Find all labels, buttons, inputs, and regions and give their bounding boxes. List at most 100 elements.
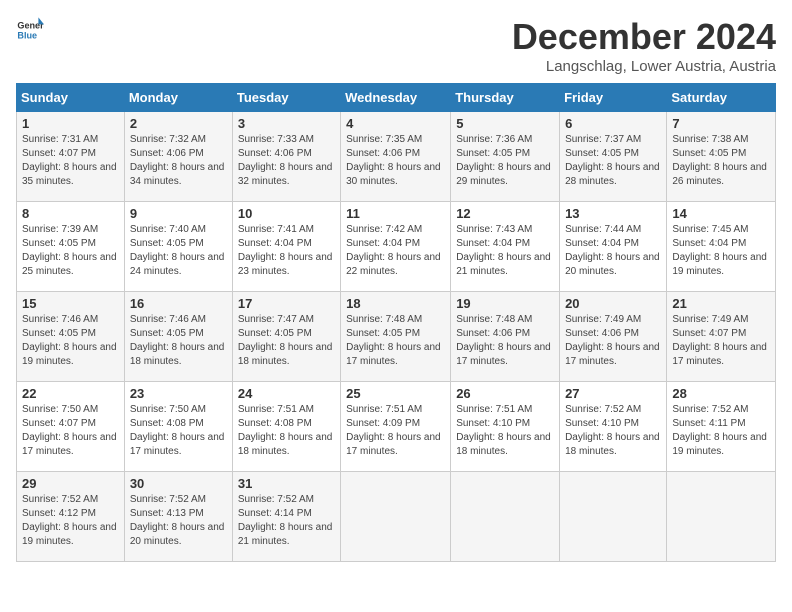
day-info: Sunrise: 7:52 AMSunset: 4:10 PMDaylight:… bbox=[565, 403, 661, 459]
day-number: 25 bbox=[346, 386, 445, 401]
table-cell: 1 Sunrise: 7:31 AMSunset: 4:07 PMDaylight… bbox=[17, 112, 125, 202]
day-number: 3 bbox=[238, 116, 335, 131]
day-number: 12 bbox=[456, 206, 554, 221]
day-number: 8 bbox=[22, 206, 119, 221]
day-info: Sunrise: 7:45 AMSunset: 4:04 PMDaylight:… bbox=[672, 223, 770, 279]
day-number: 14 bbox=[672, 206, 770, 221]
day-number: 15 bbox=[22, 296, 119, 311]
day-number: 11 bbox=[346, 206, 445, 221]
day-number: 1 bbox=[22, 116, 119, 131]
day-info: Sunrise: 7:46 AMSunset: 4:05 PMDaylight:… bbox=[22, 313, 119, 369]
day-info: Sunrise: 7:52 AMSunset: 4:11 PMDaylight:… bbox=[672, 403, 770, 459]
table-cell: 23 Sunrise: 7:50 AMSunset: 4:08 PMDayligh… bbox=[124, 382, 232, 472]
day-info: Sunrise: 7:52 AMSunset: 4:14 PMDaylight:… bbox=[238, 493, 335, 549]
table-cell bbox=[560, 472, 667, 562]
day-info: Sunrise: 7:52 AMSunset: 4:12 PMDaylight:… bbox=[22, 493, 119, 549]
table-row: 22 Sunrise: 7:50 AMSunset: 4:07 PMDayligh… bbox=[17, 382, 776, 472]
day-info: Sunrise: 7:44 AMSunset: 4:04 PMDaylight:… bbox=[565, 223, 661, 279]
day-info: Sunrise: 7:39 AMSunset: 4:05 PMDaylight:… bbox=[22, 223, 119, 279]
table-cell: 11 Sunrise: 7:42 AMSunset: 4:04 PMDayligh… bbox=[341, 202, 451, 292]
table-cell: 12 Sunrise: 7:43 AMSunset: 4:04 PMDayligh… bbox=[451, 202, 560, 292]
table-cell: 31 Sunrise: 7:52 AMSunset: 4:14 PMDayligh… bbox=[232, 472, 340, 562]
table-cell: 17 Sunrise: 7:47 AMSunset: 4:05 PMDayligh… bbox=[232, 292, 340, 382]
col-tuesday: Tuesday bbox=[232, 84, 340, 112]
day-number: 29 bbox=[22, 476, 119, 491]
day-info: Sunrise: 7:50 AMSunset: 4:07 PMDaylight:… bbox=[22, 403, 119, 459]
day-number: 17 bbox=[238, 296, 335, 311]
day-number: 19 bbox=[456, 296, 554, 311]
month-title: December 2024 bbox=[512, 16, 776, 58]
table-cell: 9 Sunrise: 7:40 AMSunset: 4:05 PMDaylight… bbox=[124, 202, 232, 292]
day-info: Sunrise: 7:48 AMSunset: 4:05 PMDaylight:… bbox=[346, 313, 445, 369]
day-info: Sunrise: 7:51 AMSunset: 4:09 PMDaylight:… bbox=[346, 403, 445, 459]
location-title: Langschlag, Lower Austria, Austria bbox=[512, 58, 776, 75]
table-cell: 18 Sunrise: 7:48 AMSunset: 4:05 PMDayligh… bbox=[341, 292, 451, 382]
table-cell: 13 Sunrise: 7:44 AMSunset: 4:04 PMDayligh… bbox=[560, 202, 667, 292]
table-cell: 21 Sunrise: 7:49 AMSunset: 4:07 PMDayligh… bbox=[667, 292, 776, 382]
day-info: Sunrise: 7:46 AMSunset: 4:05 PMDaylight:… bbox=[130, 313, 227, 369]
day-number: 31 bbox=[238, 476, 335, 491]
title-area: December 2024 Langschlag, Lower Austria,… bbox=[512, 16, 776, 75]
table-cell: 14 Sunrise: 7:45 AMSunset: 4:04 PMDayligh… bbox=[667, 202, 776, 292]
day-info: Sunrise: 7:50 AMSunset: 4:08 PMDaylight:… bbox=[130, 403, 227, 459]
table-cell: 27 Sunrise: 7:52 AMSunset: 4:10 PMDayligh… bbox=[560, 382, 667, 472]
day-info: Sunrise: 7:33 AMSunset: 4:06 PMDaylight:… bbox=[238, 133, 335, 189]
day-number: 27 bbox=[565, 386, 661, 401]
day-info: Sunrise: 7:49 AMSunset: 4:07 PMDaylight:… bbox=[672, 313, 770, 369]
table-row: 8 Sunrise: 7:39 AMSunset: 4:05 PMDaylight… bbox=[17, 202, 776, 292]
col-saturday: Saturday bbox=[667, 84, 776, 112]
table-row: 1 Sunrise: 7:31 AMSunset: 4:07 PMDaylight… bbox=[17, 112, 776, 202]
day-info: Sunrise: 7:35 AMSunset: 4:06 PMDaylight:… bbox=[346, 133, 445, 189]
day-number: 21 bbox=[672, 296, 770, 311]
day-number: 26 bbox=[456, 386, 554, 401]
table-cell: 25 Sunrise: 7:51 AMSunset: 4:09 PMDayligh… bbox=[341, 382, 451, 472]
table-cell: 26 Sunrise: 7:51 AMSunset: 4:10 PMDayligh… bbox=[451, 382, 560, 472]
table-cell: 22 Sunrise: 7:50 AMSunset: 4:07 PMDayligh… bbox=[17, 382, 125, 472]
table-cell: 28 Sunrise: 7:52 AMSunset: 4:11 PMDayligh… bbox=[667, 382, 776, 472]
table-cell: 19 Sunrise: 7:48 AMSunset: 4:06 PMDayligh… bbox=[451, 292, 560, 382]
calendar-table: Sunday Monday Tuesday Wednesday Thursday… bbox=[16, 83, 776, 562]
day-number: 13 bbox=[565, 206, 661, 221]
table-cell: 3 Sunrise: 7:33 AMSunset: 4:06 PMDaylight… bbox=[232, 112, 340, 202]
day-info: Sunrise: 7:51 AMSunset: 4:10 PMDaylight:… bbox=[456, 403, 554, 459]
day-number: 20 bbox=[565, 296, 661, 311]
table-cell: 6Sunrise: 7:37 AMSunset: 4:05 PMDaylight… bbox=[560, 112, 667, 202]
day-number: 9 bbox=[130, 206, 227, 221]
table-cell: 20 Sunrise: 7:49 AMSunset: 4:06 PMDayligh… bbox=[560, 292, 667, 382]
table-cell: 30Sunrise: 7:52 AMSunset: 4:13 PMDayligh… bbox=[124, 472, 232, 562]
day-info: Sunrise: 7:43 AMSunset: 4:04 PMDaylight:… bbox=[456, 223, 554, 279]
table-cell: 15 Sunrise: 7:46 AMSunset: 4:05 PMDayligh… bbox=[17, 292, 125, 382]
day-number: 5 bbox=[456, 116, 554, 131]
day-number: 22 bbox=[22, 386, 119, 401]
day-info: Sunrise: 7:48 AMSunset: 4:06 PMDaylight:… bbox=[456, 313, 554, 369]
day-info: Sunrise: 7:40 AMSunset: 4:05 PMDaylight:… bbox=[130, 223, 227, 279]
day-info: Sunrise: 7:38 AMSunset: 4:05 PMDaylight:… bbox=[672, 133, 770, 189]
day-info: Sunrise: 7:42 AMSunset: 4:04 PMDaylight:… bbox=[346, 223, 445, 279]
day-number: 23 bbox=[130, 386, 227, 401]
table-cell: 5 Sunrise: 7:36 AMSunset: 4:05 PMDaylight… bbox=[451, 112, 560, 202]
day-info: Sunrise: 7:47 AMSunset: 4:05 PMDaylight:… bbox=[238, 313, 335, 369]
col-sunday: Sunday bbox=[17, 84, 125, 112]
col-friday: Friday bbox=[560, 84, 667, 112]
day-info: Sunrise: 7:31 AMSunset: 4:07 PMDaylight:… bbox=[22, 133, 119, 189]
day-number: 18 bbox=[346, 296, 445, 311]
col-wednesday: Wednesday bbox=[341, 84, 451, 112]
day-info: Sunrise: 7:49 AMSunset: 4:06 PMDaylight:… bbox=[565, 313, 661, 369]
day-number: 10 bbox=[238, 206, 335, 221]
day-number: 24 bbox=[238, 386, 335, 401]
day-info: Sunrise: 7:36 AMSunset: 4:05 PMDaylight:… bbox=[456, 133, 554, 189]
table-cell: 7Sunrise: 7:38 AMSunset: 4:05 PMDaylight… bbox=[667, 112, 776, 202]
table-cell: 29 Sunrise: 7:52 AMSunset: 4:12 PMDayligh… bbox=[17, 472, 125, 562]
day-number: 2 bbox=[130, 116, 227, 131]
day-number: 28 bbox=[672, 386, 770, 401]
day-info: Sunrise: 7:32 AMSunset: 4:06 PMDaylight:… bbox=[130, 133, 227, 189]
table-cell: 2 Sunrise: 7:32 AMSunset: 4:06 PMDaylight… bbox=[124, 112, 232, 202]
day-info: Sunrise: 7:51 AMSunset: 4:08 PMDaylight:… bbox=[238, 403, 335, 459]
logo-icon: General Blue bbox=[16, 16, 44, 44]
header-row: Sunday Monday Tuesday Wednesday Thursday… bbox=[17, 84, 776, 112]
logo: General Blue bbox=[16, 16, 44, 44]
day-number: 6 bbox=[565, 116, 661, 131]
table-cell: 16Sunrise: 7:46 AMSunset: 4:05 PMDayligh… bbox=[124, 292, 232, 382]
col-thursday: Thursday bbox=[451, 84, 560, 112]
table-cell: 4Sunrise: 7:35 AMSunset: 4:06 PMDaylight… bbox=[341, 112, 451, 202]
